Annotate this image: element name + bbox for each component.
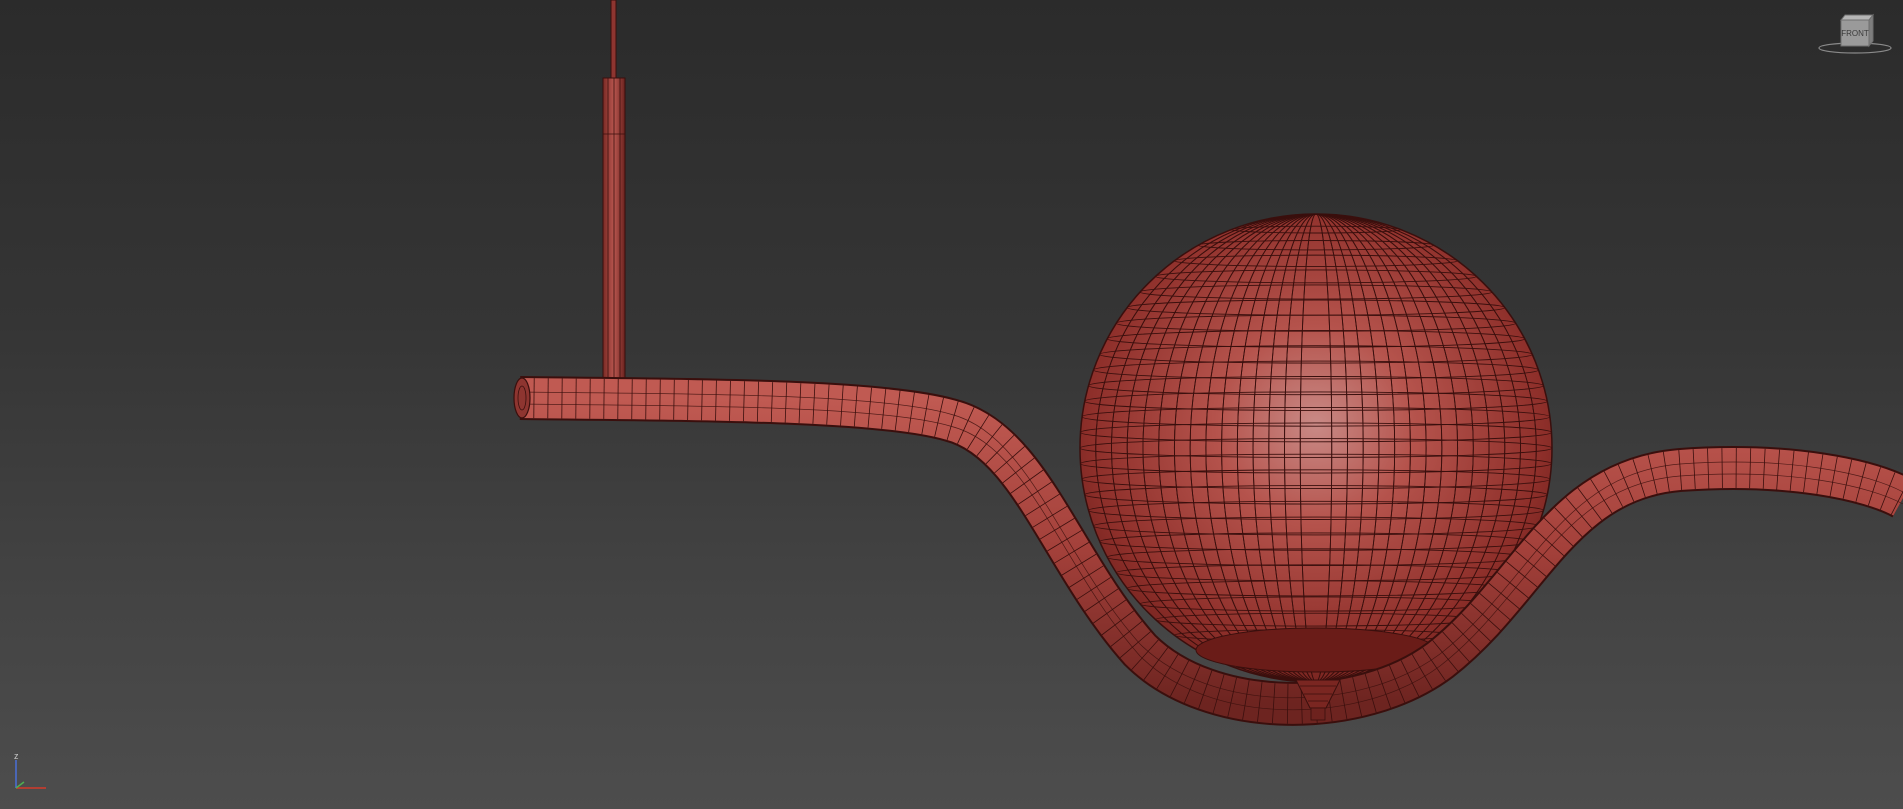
viewcube-face-label: FRONT	[1841, 29, 1869, 38]
tube-segment-ring	[1721, 448, 1723, 489]
z-axis-label: z	[14, 752, 19, 761]
y-axis-line	[15, 781, 25, 789]
viewcube-right-face[interactable]	[1868, 13, 1874, 48]
axis-tripod-icon: z	[10, 751, 54, 796]
3d-viewport[interactable]: FRONT z	[0, 0, 1903, 809]
suspension-rod[interactable]	[602, 0, 626, 389]
viewcube-top-face[interactable]	[1839, 14, 1875, 21]
viewcube-icon[interactable]: FRONT	[1815, 8, 1895, 56]
scene-canvas[interactable]	[0, 0, 1903, 809]
tube-segment-ring	[645, 379, 647, 420]
